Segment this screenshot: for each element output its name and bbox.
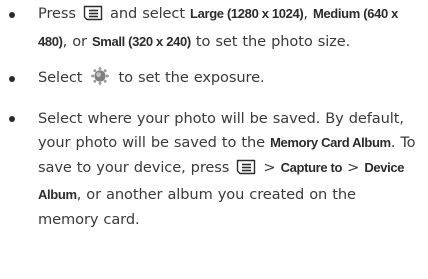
text-and-select: and select xyxy=(110,5,185,22)
option-large: Large (1280 x 1024) xyxy=(190,6,304,21)
bullet-dot xyxy=(9,11,15,18)
list-item-exposure: Select to set the exposure. xyxy=(0,66,428,95)
text-photo-size: to set the photo size. xyxy=(195,32,351,50)
bullet-dot xyxy=(9,116,15,122)
menu-key-icon xyxy=(235,159,257,184)
text-arrow: > xyxy=(263,158,276,176)
text-comma: , xyxy=(303,5,308,22)
exposure-icon xyxy=(90,66,110,95)
text-select: Select xyxy=(38,69,83,86)
option-capture-to: Capture to xyxy=(280,159,343,175)
bullet-dot xyxy=(9,75,15,82)
menu-key-icon xyxy=(82,5,104,30)
instruction-list: Press and select Large (1280 x 1024), Me… xyxy=(0,2,428,232)
text-arrow: > xyxy=(347,158,360,176)
text-press: Press xyxy=(38,5,76,22)
manual-page: Press and select Large (1280 x 1024), Me… xyxy=(0,2,428,279)
text-another-album: , or another album you created on the me… xyxy=(38,186,356,228)
text-or: , or xyxy=(62,32,87,50)
option-small: Small (320 x 240) xyxy=(91,33,191,49)
text-exposure: to set the exposure. xyxy=(118,69,265,86)
list-item-photo-size: Press and select Large (1280 x 1024), Me… xyxy=(0,2,428,54)
list-item-save-location: Select where your photo will be saved. B… xyxy=(0,107,428,233)
option-memory-card-album: Memory Card Album xyxy=(270,135,391,150)
